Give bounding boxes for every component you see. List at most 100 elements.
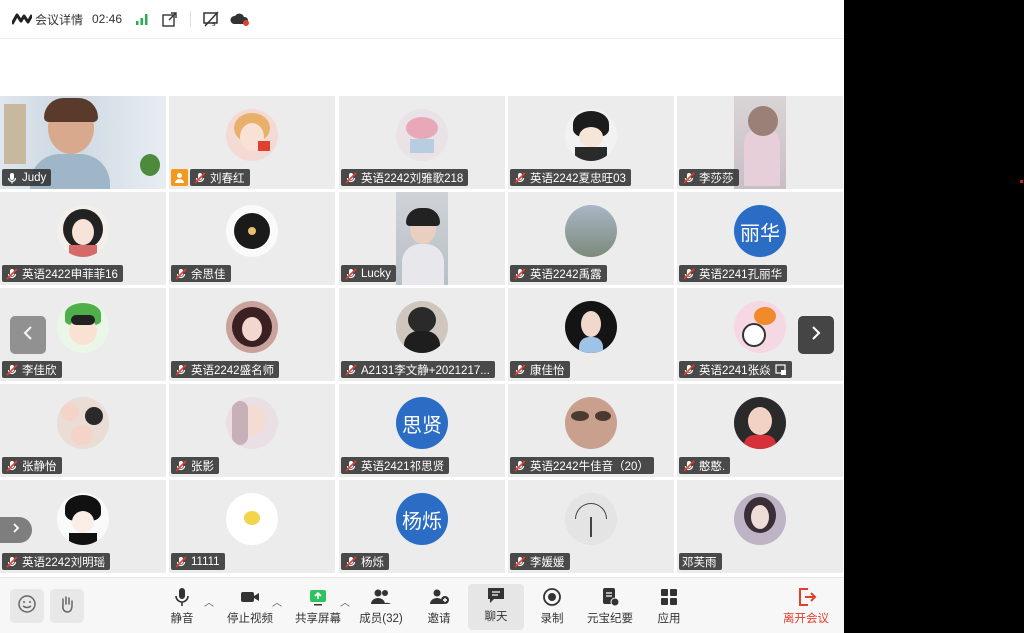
participant-avatar (565, 109, 617, 161)
participant-tile[interactable]: 英语2242刘雅歌218 (339, 96, 505, 189)
participant-avatar (226, 109, 278, 161)
participant-name: 杨烁 (361, 556, 384, 569)
video-options-caret[interactable]: ︿ (272, 594, 282, 609)
invite-button[interactable]: 邀请 (411, 586, 467, 630)
participant-tile[interactable]: 余思佳 (169, 192, 335, 285)
participant-tile[interactable]: 英语2242夏忠旺03 (508, 96, 674, 189)
participant-avatar (57, 397, 109, 449)
signal-icon[interactable] (135, 10, 149, 28)
participant-namebar: 英语2421祁思贤 (341, 457, 450, 474)
participant-namebar: 11111 (171, 553, 225, 570)
participant-tile[interactable]: 李媛媛 (508, 480, 674, 573)
participant-namebar: 张静怡 (2, 457, 62, 474)
video-feed (396, 192, 448, 285)
participant-tile[interactable]: 杨烁 杨烁 (339, 480, 505, 573)
meeting-details-label: 会议详情 (35, 12, 84, 27)
mic-muted-icon (344, 171, 358, 185)
popout-icon[interactable] (162, 10, 177, 28)
apps-button[interactable]: 应用 (641, 586, 697, 630)
participant-name: 英语2242刘明瑶 (22, 556, 106, 569)
participant-avatar (734, 301, 786, 353)
participant-avatar (565, 301, 617, 353)
screen-share-icon (774, 363, 787, 376)
video-grid: Judy 刘春红 英语2242刘雅歌218 英语2242夏忠旺03 李莎莎 英语… (0, 96, 844, 576)
participant-avatar (226, 397, 278, 449)
participant-tile[interactable]: 英语2242禹露 (508, 192, 674, 285)
share-screen-label: 共享屏幕 (295, 613, 341, 625)
participant-namebar: 康佳怡 (510, 361, 570, 378)
topbar-divider (190, 11, 191, 27)
mic-muted-icon (5, 363, 19, 377)
participant-tile[interactable]: 张影 (169, 384, 335, 477)
participant-name: 李莎莎 (699, 172, 734, 185)
participant-avatar: 杨烁 (396, 493, 448, 545)
record-button[interactable]: 录制 (524, 586, 580, 630)
participant-tile[interactable]: 邓芙雨 (677, 480, 843, 573)
yuanbao-notes-label: 元宝纪要 (587, 613, 633, 625)
screen-share-off-icon[interactable]: s (203, 10, 220, 28)
mic-muted-icon (513, 171, 527, 185)
participant-tile[interactable]: 英语2422申菲菲16 (0, 192, 166, 285)
mic-muted-icon (513, 363, 527, 377)
participant-tile[interactable]: 憨憨. (677, 384, 843, 477)
participant-namebar: 李莎莎 (679, 169, 739, 186)
participant-name: 英语2241张焱 (699, 364, 771, 377)
mute-label: 静音 (170, 613, 194, 625)
participant-tile[interactable]: 康佳怡 (508, 288, 674, 381)
mute-options-caret[interactable]: ︿ (204, 594, 214, 609)
participant-namebar: 英语2422申菲菲16 (2, 265, 123, 282)
participant-name: 张影 (191, 460, 214, 473)
participant-namebar: 杨烁 (341, 553, 389, 570)
participant-avatar (734, 397, 786, 449)
participant-avatar (396, 109, 448, 161)
participant-avatar (565, 205, 617, 257)
participant-name: 英语2422申菲菲16 (22, 268, 118, 281)
participant-tile[interactable]: 李莎莎 (677, 96, 843, 189)
participant-tile[interactable]: Judy (0, 96, 166, 189)
share-screen-button[interactable]: 共享屏幕 (290, 586, 346, 630)
participant-name: 憨憨. (699, 460, 726, 473)
expand-sidebar-button[interactable] (0, 517, 32, 543)
participant-name: 英语2242盛名师 (191, 364, 275, 377)
participant-avatar (57, 493, 109, 545)
participant-tile[interactable]: 思贤 英语2421祁思贤 (339, 384, 505, 477)
participant-namebar: 余思佳 (171, 265, 231, 282)
top-bar: 会议详情 02:46 s (0, 0, 844, 39)
participant-namebar: Judy (2, 169, 52, 186)
participant-tile[interactable]: 英语2242盛名师 (169, 288, 335, 381)
participant-tile[interactable]: 英语2242牛佳音（20） (508, 384, 674, 477)
smile-icon (17, 594, 37, 619)
cloud-status-icon[interactable] (230, 10, 250, 28)
participant-tile[interactable]: Lucky (339, 192, 505, 285)
leave-meeting-button[interactable]: 离开会议 (778, 586, 834, 630)
video-feed (734, 96, 786, 189)
stop-video-button[interactable]: 停止视频 (222, 586, 278, 630)
participant-namebar: Lucky (341, 265, 397, 282)
raise-hand-button[interactable] (50, 589, 84, 623)
participant-name: 英语2421祁思贤 (361, 460, 445, 473)
participant-tile[interactable]: 丽华 英语2241孔丽华 (677, 192, 843, 285)
mic-muted-icon (513, 459, 527, 473)
members-button[interactable]: 成员(32) (353, 586, 409, 630)
mute-button[interactable]: 静音 (154, 586, 210, 630)
mic-muted-icon (344, 363, 358, 377)
share-options-caret[interactable]: ︿ (340, 594, 350, 609)
participant-tile[interactable]: 11111 (169, 480, 335, 573)
chevron-right-icon (11, 521, 21, 539)
reaction-button[interactable] (10, 589, 44, 623)
chat-label: 聊天 (484, 611, 508, 623)
chat-button[interactable]: 聊天 (468, 584, 524, 630)
participant-name: 英语2242刘雅歌218 (361, 172, 464, 185)
participant-tile[interactable]: 刘春红 (169, 96, 335, 189)
yuanbao-notes-button[interactable]: 元宝纪要 (582, 586, 638, 630)
participant-tile[interactable]: 张静怡 (0, 384, 166, 477)
next-page-button[interactable] (798, 316, 834, 354)
leave-meeting-label: 离开会议 (783, 613, 829, 625)
participant-tile[interactable]: A2131李文静+2021217... (339, 288, 505, 381)
mic-muted-icon (682, 171, 696, 185)
mic-muted-icon (174, 267, 188, 281)
prev-page-button[interactable] (10, 316, 46, 354)
participant-avatar (226, 301, 278, 353)
apps-grid-icon (661, 589, 677, 605)
meeting-details-button[interactable]: 会议详情 (10, 10, 84, 28)
